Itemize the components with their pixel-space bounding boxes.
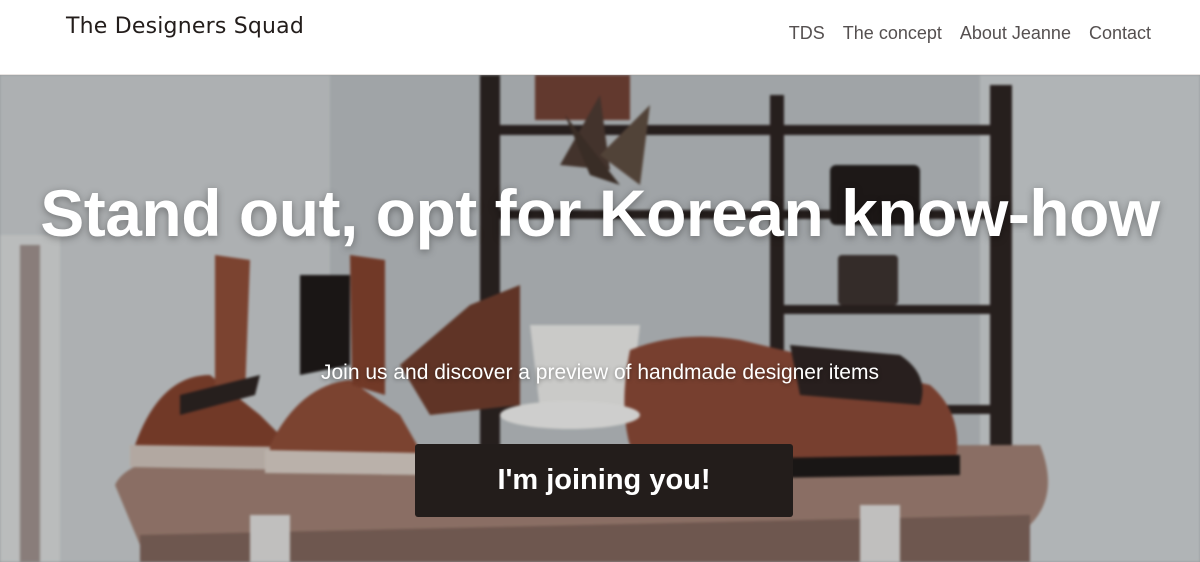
hero-subtitle: Join us and discover a preview of handma… xyxy=(321,361,879,384)
join-button[interactable]: I'm joining you! xyxy=(415,444,793,517)
hero-section: Stand out, opt for Korean know-how Join … xyxy=(0,75,1200,562)
brand-logo[interactable]: The Designers Squad xyxy=(66,14,304,39)
nav-item-contact[interactable]: Contact xyxy=(1071,21,1151,45)
nav-item-about[interactable]: About Jeanne xyxy=(942,21,1071,45)
hero-title: Stand out, opt for Korean know-how xyxy=(40,176,1160,250)
main-nav: TDS The concept About Jeanne Contact xyxy=(771,21,1151,45)
nav-item-tds[interactable]: TDS xyxy=(771,21,825,45)
nav-item-concept[interactable]: The concept xyxy=(825,21,942,45)
site-header: The Designers Squad TDS The concept Abou… xyxy=(0,0,1200,75)
